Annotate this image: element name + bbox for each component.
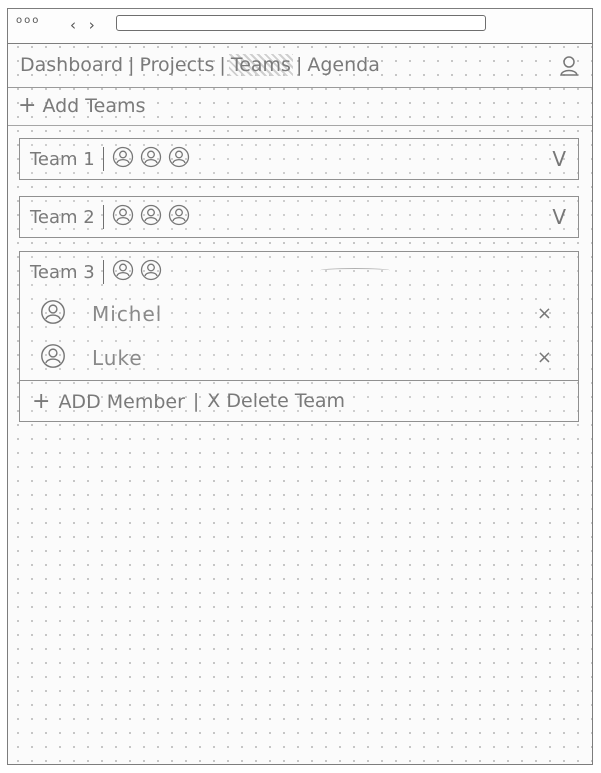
avatar-icon: [168, 204, 190, 230]
action-separator: |: [192, 390, 200, 412]
avatar-icon: [140, 259, 162, 285]
avatar-icon: [40, 343, 66, 373]
avatar-icon: [140, 146, 162, 172]
nav-dashboard[interactable]: Dashboard: [18, 54, 125, 76]
delete-icon: X: [207, 390, 221, 412]
url-bar[interactable]: [116, 15, 486, 31]
remove-member-icon[interactable]: ×: [537, 303, 552, 324]
add-teams-label: Add Teams: [42, 95, 146, 117]
delete-team-label: Delete Team: [226, 390, 346, 412]
sketch-stroke: [320, 268, 390, 273]
nav-separator: |: [295, 54, 303, 76]
team-card-1: Team 1 V: [19, 138, 579, 180]
team-card-3: Team 3 Michel × Luke × + ADD Member | X D…: [19, 251, 579, 422]
remove-member-icon[interactable]: ×: [537, 347, 552, 368]
avatar-icon: [168, 146, 190, 172]
top-navigation: Dashboard | Projects | Teams | Agenda: [8, 45, 592, 88]
add-member-label: ADD Member: [58, 390, 185, 413]
window-controls[interactable]: ooo: [16, 15, 40, 26]
delete-team-button[interactable]: X Delete Team: [207, 390, 345, 412]
add-member-button[interactable]: + ADD Member: [32, 389, 185, 414]
member-name: Michel: [92, 302, 163, 326]
nav-links: Dashboard | Projects | Teams | Agenda: [18, 54, 382, 76]
avatar-icon: [112, 146, 134, 172]
divider: [8, 125, 592, 126]
team-name: Team 1: [30, 148, 95, 170]
avatar-icon: [112, 259, 134, 285]
history-nav: ‹ ›: [70, 16, 103, 34]
nav-separator: |: [219, 54, 226, 76]
forward-arrow-icon[interactable]: ›: [89, 16, 95, 34]
plus-icon: +: [18, 93, 37, 118]
team-header-3[interactable]: Team 3: [20, 252, 578, 292]
plus-icon: +: [32, 388, 51, 414]
chevron-down-icon[interactable]: V: [552, 205, 566, 229]
avatar-icon: [140, 204, 162, 230]
title-bar: ooo ‹ ›: [8, 9, 592, 44]
team-name: Team 3: [30, 261, 95, 283]
team-card-2: Team 2 V: [19, 196, 579, 238]
nav-agenda[interactable]: Agenda: [305, 54, 382, 76]
nav-separator: |: [128, 54, 135, 76]
nav-projects[interactable]: Projects: [138, 54, 217, 76]
team-name: Team 2: [30, 206, 95, 228]
team-actions: + ADD Member | X Delete Team: [20, 380, 578, 421]
add-teams-button[interactable]: + Add Teams: [18, 93, 145, 118]
divider: [102, 147, 105, 171]
browser-window: ooo ‹ › Dashboard | Projects | Teams | Agenda …: [7, 8, 593, 765]
avatar-icon: [112, 204, 134, 230]
user-icon[interactable]: [558, 55, 580, 81]
team-header-1[interactable]: Team 1 V: [20, 139, 578, 179]
back-arrow-icon[interactable]: ‹: [70, 16, 76, 34]
nav-teams[interactable]: Teams: [228, 54, 293, 76]
divider: [102, 260, 105, 284]
member-name: Luke: [92, 346, 143, 370]
divider: [102, 205, 105, 229]
member-row: Luke ×: [20, 336, 578, 380]
team-header-2[interactable]: Team 2 V: [20, 197, 578, 237]
member-row: Michel ×: [20, 292, 578, 336]
avatar-icon: [40, 299, 66, 329]
chevron-down-icon[interactable]: V: [552, 147, 566, 171]
